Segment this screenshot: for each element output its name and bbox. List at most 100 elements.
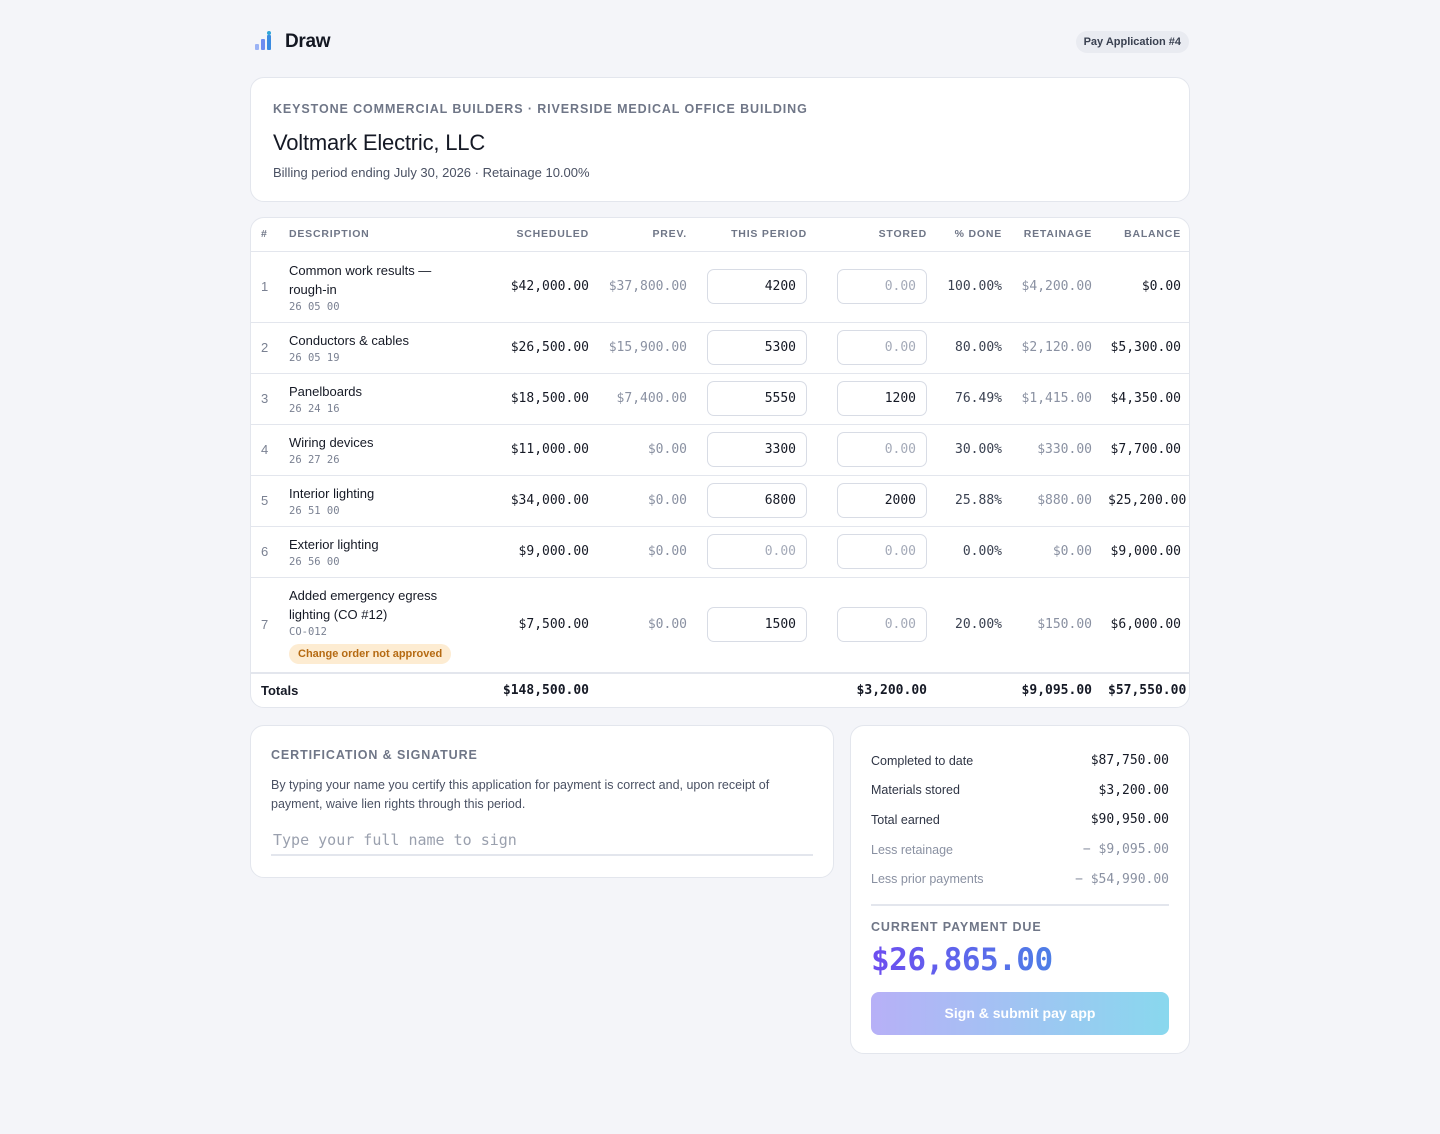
row-number: 5 — [251, 475, 281, 527]
pay-application-badge: Pay Application #4 — [1075, 31, 1189, 53]
previous-value: $0.00 — [597, 526, 695, 578]
subcontractor-name: Voltmark Electric, LLC — [273, 130, 486, 155]
row-number: 2 — [251, 322, 281, 374]
retainage-value: $2,120.00 — [1010, 322, 1100, 374]
col-done: % DONE — [935, 218, 1010, 252]
table-header: # DESCRIPTION SCHEDULED PREV. THIS PERIO… — [251, 218, 1189, 252]
stored-input[interactable]: 0.00 — [837, 607, 927, 643]
project-card: Keystone Commercial Builders · Riverside… — [250, 77, 1190, 202]
total-balance: $57,550.00 — [1100, 672, 1189, 707]
table-row: 4 Wiring devices 26 27 26 $11,000.00 $0.0… — [251, 424, 1189, 476]
summary-label: Less prior payments — [871, 872, 984, 887]
summary-value: $3,200.00 — [1098, 782, 1169, 798]
schedule-of-values-table: # DESCRIPTION SCHEDULED PREV. THIS PERIO… — [250, 217, 1190, 708]
this-period-input[interactable]: 6800 — [707, 483, 807, 518]
brand-name: Draw — [285, 31, 331, 52]
stored-input[interactable]: 0.00 — [837, 534, 927, 569]
project-overline: Keystone Commercial Builders · Riverside… — [273, 102, 808, 116]
total-retainage: $9,095.00 — [1010, 672, 1100, 707]
scheduled-value: $34,000.00 — [477, 475, 597, 527]
summary-row-completed: Completed to date $87,750.00 — [871, 746, 1169, 776]
row-number: 4 — [251, 424, 281, 476]
col-scheduled: SCHEDULED — [477, 218, 597, 252]
item-description: Interior lighting — [289, 486, 375, 501]
scheduled-value: $7,500.00 — [477, 577, 597, 674]
stored-input[interactable]: 0.00 — [837, 330, 927, 365]
balance-value: $7,700.00 — [1100, 424, 1189, 476]
summary-label: Materials stored — [871, 783, 960, 798]
item-description: Wiring devices — [289, 435, 374, 450]
total-stored: $3,200.00 — [815, 672, 935, 707]
item-code: 26 27 26 — [289, 454, 340, 466]
stored-input[interactable]: 1200 — [837, 381, 927, 416]
stored-input[interactable]: 0.00 — [837, 269, 927, 304]
table-row: 2 Conductors & cables 26 05 19 $26,500.00… — [251, 322, 1189, 374]
balance-value: $9,000.00 — [1100, 526, 1189, 578]
table-row: 1 Common work results — rough-in 26 05 00… — [251, 251, 1189, 323]
table-row: 5 Interior lighting 26 51 00 $34,000.00 $… — [251, 475, 1189, 527]
col-stored: STORED — [815, 218, 935, 252]
change-order-status-badge: Change order not approved — [289, 643, 452, 664]
this-period-input[interactable]: 1500 — [707, 607, 807, 643]
retainage-value: $880.00 — [1010, 475, 1100, 527]
percent-done: 80.00% — [935, 322, 1010, 374]
item-code: 26 24 16 — [289, 403, 340, 415]
retainage-value: $0.00 — [1010, 526, 1100, 578]
this-period-input[interactable]: 4200 — [707, 269, 807, 304]
summary-label: Completed to date — [871, 753, 974, 768]
item-code: 26 05 19 — [289, 352, 340, 364]
app-header: Draw Pay Application #4 — [251, 28, 1189, 56]
summary-row-stored: Materials stored $3,200.00 — [871, 776, 1169, 806]
scheduled-value: $42,000.00 — [477, 251, 597, 323]
item-code: 26 05 00 — [289, 300, 340, 313]
bar-chart-logo-icon — [251, 30, 275, 54]
certification-card: Certification & Signature By typing your… — [250, 725, 834, 878]
table-row: 7 Added emergency egress lighting (CO #1… — [251, 577, 1189, 674]
item-description: Common work results — rough-in — [289, 262, 432, 297]
col-number: # — [251, 218, 281, 252]
percent-done: 100.00% — [935, 251, 1010, 323]
previous-value: $15,900.00 — [597, 322, 695, 374]
retainage-value: $330.00 — [1010, 424, 1100, 476]
payment-due-amount: $26,865.00 — [871, 942, 1169, 978]
scheduled-value: $18,500.00 — [477, 373, 597, 425]
balance-value: $6,000.00 — [1100, 577, 1189, 674]
previous-value: $0.00 — [597, 424, 695, 476]
percent-done: 25.88% — [935, 475, 1010, 527]
item-code: 26 56 00 — [289, 556, 340, 568]
sign-submit-button[interactable]: Sign & submit pay app — [871, 991, 1169, 1035]
row-number: 7 — [251, 577, 281, 674]
item-description: Exterior lighting — [289, 537, 379, 552]
brand: Draw — [251, 30, 331, 54]
item-description: Conductors & cables — [289, 333, 409, 348]
previous-value: $7,400.00 — [597, 373, 695, 425]
item-description: Panelboards — [289, 384, 362, 399]
balance-value: $5,300.00 — [1100, 322, 1189, 374]
balance-value: $25,200.00 — [1100, 475, 1189, 527]
retainage-value: $4,200.00 — [1010, 251, 1100, 323]
stored-input[interactable]: 2000 — [837, 483, 927, 518]
signature-input[interactable]: Type your full name to sign — [271, 826, 813, 856]
payment-due-label: Current payment due — [871, 919, 1042, 934]
percent-done: 76.49% — [935, 373, 1010, 425]
summary-label: Total earned — [871, 812, 940, 827]
summary-row-prior-payments: Less prior payments − $54,990.00 — [871, 864, 1169, 894]
summary-value: − $9,095.00 — [1082, 842, 1169, 858]
this-period-input[interactable]: 5300 — [707, 330, 807, 365]
certification-title: Certification & Signature — [271, 748, 478, 762]
previous-value: $0.00 — [597, 475, 695, 527]
stored-input[interactable]: 0.00 — [837, 432, 927, 467]
item-description: Added emergency egress lighting (CO #12) — [289, 587, 438, 622]
totals-row: Totals $148,500.00 $3,200.00 $9,095.00 $… — [251, 672, 1189, 707]
col-prev: PREV. — [597, 218, 695, 252]
this-period-input[interactable]: 0.00 — [707, 534, 807, 569]
this-period-input[interactable]: 5550 — [707, 381, 807, 416]
summary-label: Less retainage — [871, 842, 954, 857]
balance-value: $4,350.00 — [1100, 373, 1189, 425]
billing-period: Billing period ending July 30, 2026 · Re… — [273, 165, 590, 180]
summary-row-retainage: Less retainage − $9,095.00 — [871, 835, 1169, 865]
previous-value: $0.00 — [597, 577, 695, 674]
this-period-input[interactable]: 3300 — [707, 432, 807, 467]
percent-done: 30.00% — [935, 424, 1010, 476]
certification-text: By typing your name you certify this app… — [271, 778, 770, 811]
